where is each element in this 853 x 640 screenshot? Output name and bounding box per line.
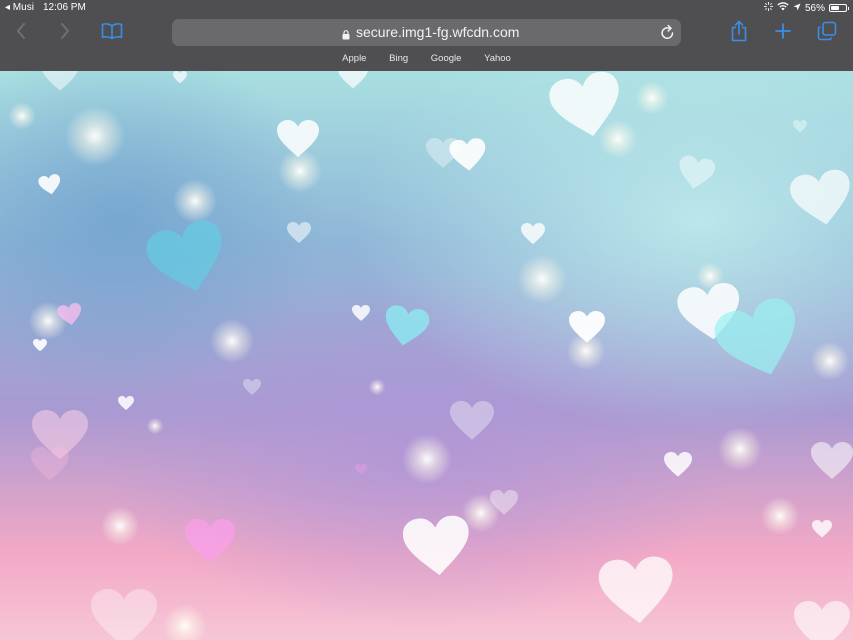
favorite-google[interactable]: Google — [431, 53, 462, 64]
bokeh-glow — [62, 103, 128, 169]
heart-shape — [352, 304, 370, 321]
heart-shape — [91, 589, 157, 640]
heart-shape — [664, 452, 692, 478]
wifi-icon — [777, 2, 789, 14]
bokeh-glow — [99, 505, 141, 547]
status-time: 12:06 PM — [43, 2, 86, 13]
heart-shape — [31, 446, 69, 481]
heart-shape — [355, 463, 367, 475]
heart-shape — [790, 169, 850, 225]
reload-icon[interactable] — [660, 24, 675, 45]
heart-shape — [173, 71, 187, 84]
location-icon — [793, 3, 801, 14]
status-indicators: 56% — [763, 2, 849, 14]
back-icon — [16, 22, 26, 44]
back-to-app-link[interactable]: ◂ Musi — [5, 2, 34, 13]
heart-shape — [679, 155, 716, 189]
heart-shape — [402, 516, 469, 576]
bokeh-glow — [634, 80, 670, 116]
heart-shape — [521, 223, 545, 245]
heart-shape — [450, 401, 494, 440]
activity-icon — [763, 2, 773, 14]
favorite-yahoo[interactable]: Yahoo — [484, 53, 511, 64]
heart-shape — [598, 556, 673, 623]
bokeh-glow — [368, 378, 386, 396]
heart-shape — [277, 120, 319, 158]
bokeh-glow — [515, 252, 569, 306]
add-tab-button[interactable] — [770, 20, 796, 46]
bookmarks-button[interactable] — [99, 20, 125, 46]
lock-icon — [342, 27, 350, 45]
favorite-apple[interactable]: Apple — [342, 53, 366, 64]
battery-percent: 56% — [804, 2, 825, 14]
bokeh-glow — [400, 432, 454, 486]
bokeh-glow — [716, 425, 764, 473]
favorite-bing[interactable]: Bing — [389, 53, 408, 64]
tabs-button[interactable] — [814, 20, 840, 46]
heart-shape — [426, 137, 460, 168]
heart-shape — [794, 600, 850, 640]
forward-icon — [60, 22, 70, 44]
heart-shape — [38, 174, 61, 195]
forward-button[interactable] — [52, 20, 78, 46]
address-bar[interactable]: secure.img1-fg.wfcdn.com — [172, 19, 681, 46]
bookmarks-icon — [101, 22, 123, 45]
battery-icon — [829, 4, 849, 12]
heart-shape — [287, 222, 311, 244]
bokeh-glow — [7, 101, 37, 131]
heart-shape — [811, 442, 853, 480]
bokeh-glow — [809, 340, 851, 382]
heart-shape — [146, 220, 222, 291]
heart-shape — [33, 338, 47, 352]
heart-shape — [42, 71, 78, 91]
heart-bokeh-wallpaper — [0, 71, 853, 640]
favorites-bar: Apple Bing Google Yahoo — [0, 53, 853, 64]
bokeh-glow — [161, 602, 209, 640]
heart-shape — [793, 119, 807, 133]
bokeh-glow — [208, 317, 256, 365]
add-tab-icon — [775, 22, 791, 44]
bokeh-glow — [759, 495, 801, 537]
heart-shape — [57, 303, 82, 326]
heart-shape — [338, 71, 368, 88]
heart-shape — [812, 520, 832, 538]
heart-shape — [490, 490, 518, 516]
status-bar: ◂ Musi 12:06 PM 56% — [0, 0, 853, 16]
address-url: secure.img1-fg.wfcdn.com — [356, 24, 520, 40]
share-icon — [730, 20, 748, 47]
tabs-icon — [817, 21, 837, 46]
heart-shape — [569, 310, 605, 343]
heart-shape — [385, 305, 430, 346]
browser-chrome: ◂ Musi 12:06 PM 56% secure.img1-fg.wfcdn… — [0, 0, 853, 71]
back-button[interactable] — [8, 20, 34, 46]
heart-shape — [118, 395, 134, 410]
heart-shape — [243, 378, 261, 395]
heart-shape — [185, 518, 235, 563]
bokeh-glow — [146, 417, 164, 435]
share-button[interactable] — [726, 20, 752, 46]
battery-fill — [831, 6, 839, 10]
